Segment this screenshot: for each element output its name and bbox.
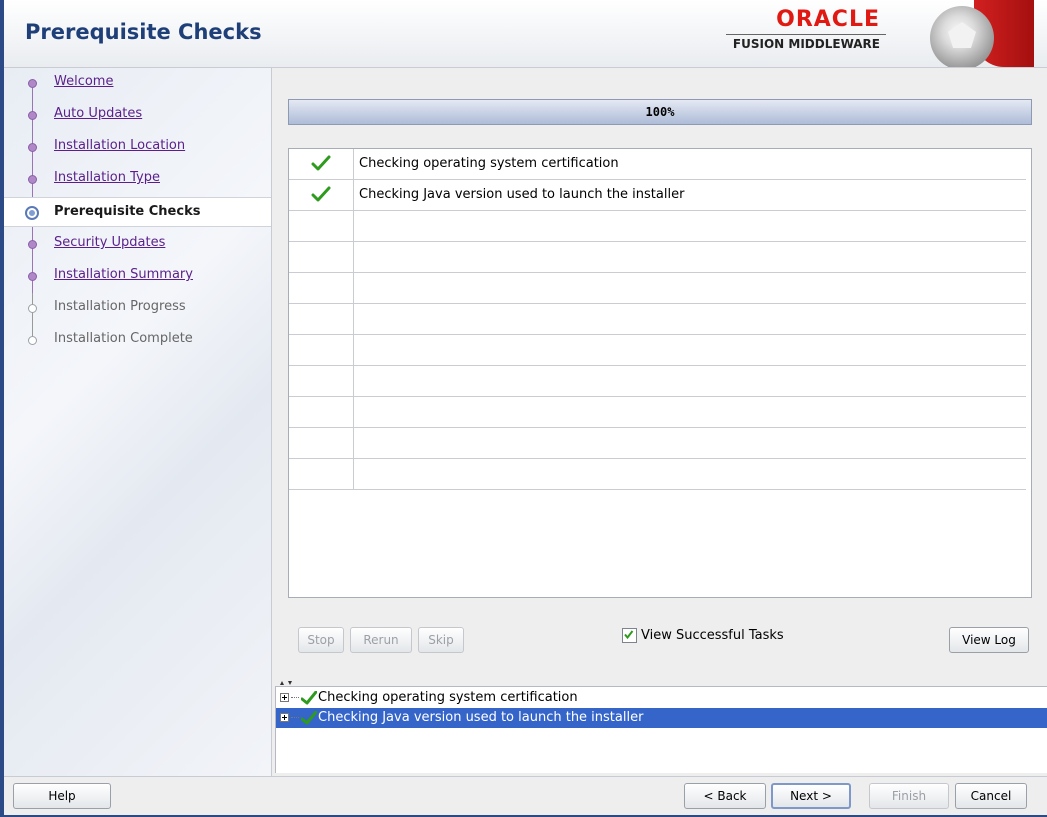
task-row[interactable] [289, 366, 1026, 397]
checkbox-checked-icon[interactable] [622, 628, 637, 643]
rerun-button-label: Rerun [363, 633, 399, 647]
main-content: 100% Checking operating system certifica… [272, 68, 1047, 776]
stop-button-label: Stop [307, 633, 335, 647]
page-title: Prerequisite Checks [25, 20, 262, 44]
task-list: Checking operating system certification C… [288, 148, 1032, 598]
task-status-cell [289, 397, 354, 427]
view-successful-tasks-checkbox[interactable]: View Successful Tasks [622, 628, 784, 643]
stop-button[interactable]: Stop [298, 627, 344, 653]
step-pending-icon [28, 304, 37, 313]
task-status-cell [289, 428, 354, 458]
task-text: Checking operating system certification [359, 156, 619, 171]
task-row[interactable] [289, 335, 1026, 366]
task-status-cell [289, 366, 354, 396]
expand-plus-icon[interactable] [280, 693, 289, 702]
view-log-button[interactable]: View Log [949, 627, 1029, 653]
step-pending-icon [28, 336, 37, 345]
success-check-icon [311, 155, 331, 175]
fusion-emblem-icon [924, 0, 1047, 67]
installer-window: Prerequisite Checks ORACLE FUSION MIDDLE… [4, 0, 1047, 815]
footer-button-bar: Help < Back Next > Finish Cancel [4, 776, 1047, 815]
logo-divider [726, 34, 886, 35]
view-log-label: View Log [962, 633, 1016, 647]
sidebar-item-label[interactable]: Auto Updates [54, 106, 142, 121]
sidebar-item-installation-complete: Installation Complete [4, 325, 271, 355]
cancel-button-label: Cancel [970, 789, 1012, 803]
task-status-cell [289, 273, 354, 303]
skip-button-label: Skip [428, 633, 454, 647]
finish-button[interactable]: Finish [869, 783, 949, 809]
task-row[interactable]: Checking operating system certification [289, 149, 1026, 180]
task-status-cell [289, 304, 354, 334]
sidebar-item-label: Installation Progress [54, 299, 186, 314]
sidebar-item-label[interactable]: Installation Type [54, 170, 160, 185]
back-button-label: < Back [703, 789, 747, 803]
sidebar-item-installation-summary[interactable]: Installation Summary [4, 261, 271, 291]
task-status-cell [289, 211, 354, 241]
tree-connector [291, 717, 299, 718]
step-done-icon [28, 175, 37, 184]
rerun-button[interactable]: Rerun [350, 627, 412, 653]
step-done-icon [28, 272, 37, 281]
task-row[interactable] [289, 242, 1026, 273]
log-tree-item[interactable]: Checking Java version used to launch the… [276, 708, 1047, 728]
back-button[interactable]: < Back [684, 783, 766, 809]
task-status-cell [289, 335, 354, 365]
task-text: Checking Java version used to launch the… [359, 187, 685, 202]
progress-bar: 100% [288, 99, 1032, 125]
sidebar-item-installation-type[interactable]: Installation Type [4, 164, 271, 194]
step-done-icon [28, 143, 37, 152]
oracle-logo: ORACLE FUSION MIDDLEWARE [726, 8, 886, 51]
log-item-text: Checking operating system certification [318, 690, 578, 705]
expand-plus-icon[interactable] [280, 713, 289, 722]
next-button-label: Next > [790, 789, 832, 803]
task-row[interactable]: Checking Java version used to launch the… [289, 180, 1026, 211]
success-check-icon [311, 186, 331, 206]
steps-sidebar: Welcome Auto Updates Installation Locati… [4, 68, 272, 776]
step-done-icon [28, 240, 37, 249]
step-done-icon [28, 111, 37, 120]
sidebar-item-auto-updates[interactable]: Auto Updates [4, 100, 271, 130]
sidebar-item-label[interactable]: Installation Summary [54, 267, 193, 282]
task-row[interactable] [289, 211, 1026, 242]
task-status-cell [289, 242, 354, 272]
cancel-button[interactable]: Cancel [955, 783, 1027, 809]
sidebar-item-prerequisite-checks[interactable]: Prerequisite Checks [4, 197, 271, 227]
sidebar-item-label[interactable]: Security Updates [54, 235, 165, 250]
help-button[interactable]: Help [13, 783, 111, 809]
task-log-tree: Checking operating system certification C… [275, 686, 1047, 773]
task-status-cell [289, 459, 354, 489]
task-row[interactable] [289, 304, 1026, 335]
skip-button[interactable]: Skip [418, 627, 464, 653]
log-item-text: Checking Java version used to launch the… [318, 710, 644, 725]
sidebar-item-label: Installation Complete [54, 331, 193, 346]
sidebar-item-label[interactable]: Installation Location [54, 138, 185, 153]
task-row[interactable] [289, 397, 1026, 428]
step-current-icon [25, 206, 39, 220]
task-row[interactable] [289, 428, 1026, 459]
logo-oracle-text: ORACLE [776, 7, 880, 32]
help-button-label: Help [48, 789, 76, 803]
success-check-icon [300, 710, 318, 732]
sidebar-item-label[interactable]: Welcome [54, 74, 113, 89]
next-button[interactable]: Next > [771, 783, 851, 809]
log-tree-item[interactable]: Checking operating system certification [276, 688, 1047, 708]
task-status-cell [289, 180, 354, 210]
view-successful-tasks-label: View Successful Tasks [641, 628, 784, 643]
split-pane-divider[interactable] [272, 680, 1047, 685]
sidebar-item-label: Prerequisite Checks [54, 204, 201, 219]
header: Prerequisite Checks ORACLE FUSION MIDDLE… [4, 0, 1047, 68]
task-status-cell [289, 149, 354, 179]
task-row[interactable] [289, 459, 1026, 490]
step-done-icon [28, 79, 37, 88]
task-row[interactable] [289, 273, 1026, 304]
tree-connector [291, 697, 299, 698]
logo-product-text: FUSION MIDDLEWARE [732, 37, 880, 51]
sidebar-item-installation-location[interactable]: Installation Location [4, 132, 271, 162]
finish-button-label: Finish [891, 789, 927, 803]
sidebar-item-installation-progress: Installation Progress [4, 293, 271, 323]
progress-text: 100% [645, 105, 675, 119]
sidebar-item-welcome[interactable]: Welcome [4, 68, 271, 98]
sidebar-item-security-updates[interactable]: Security Updates [4, 229, 271, 259]
